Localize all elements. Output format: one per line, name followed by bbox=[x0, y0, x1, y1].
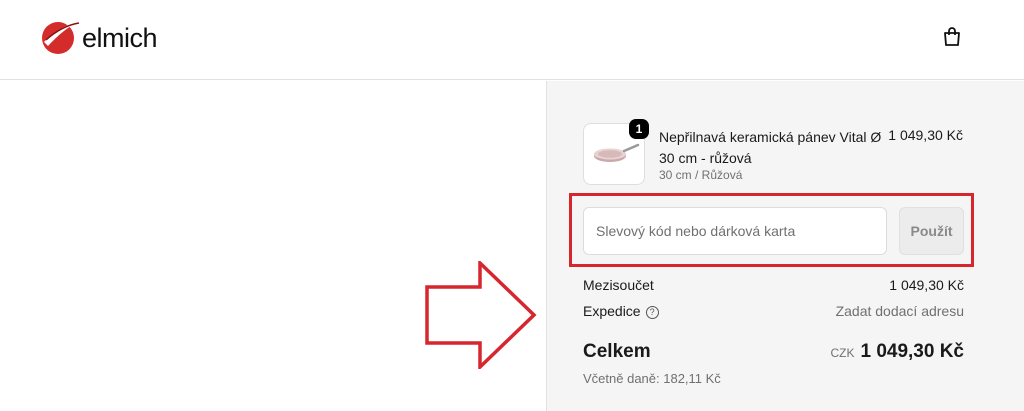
logo-text: elmich bbox=[82, 22, 158, 53]
left-pane bbox=[0, 81, 546, 411]
subtotal-row: Mezisoučet 1 049,30 Kč bbox=[583, 277, 964, 293]
help-icon[interactable]: ? bbox=[645, 305, 659, 319]
shipping-row: Expedice? Zadat dodací adresu bbox=[583, 303, 964, 319]
quantity-badge: 1 bbox=[629, 119, 649, 139]
product-price: 1 049,30 Kč bbox=[888, 127, 963, 143]
tax-note: Včetně daně: 182,11 Kč bbox=[583, 371, 721, 386]
product-variant: 30 cm / Růžová bbox=[659, 168, 743, 182]
elmich-logo-icon bbox=[42, 22, 80, 54]
subtotal-label: Mezisoučet bbox=[583, 277, 654, 293]
shopping-bag-icon[interactable] bbox=[940, 25, 964, 49]
currency-code: CZK bbox=[830, 346, 855, 360]
discount-code-input[interactable] bbox=[583, 207, 887, 255]
cart-line-item: 1 Nepřilnavá keramická pánev Vital Ø 30 … bbox=[583, 119, 963, 185]
total-amount-wrap: CZK 1 049,30 Kč bbox=[830, 341, 964, 363]
total-row: Celkem CZK 1 049,30 Kč bbox=[583, 341, 964, 363]
order-summary: 1 Nepřilnavá keramická pánev Vital Ø 30 … bbox=[546, 81, 1024, 411]
shipping-label: Expedice bbox=[583, 303, 641, 319]
apply-discount-button[interactable]: Použít bbox=[899, 207, 964, 255]
shipping-label-wrap: Expedice? bbox=[583, 303, 659, 319]
shipping-value: Zadat dodací adresu bbox=[835, 303, 964, 319]
header: elmich bbox=[0, 0, 1024, 80]
arrow-annotation-icon bbox=[425, 261, 537, 369]
elmich-logo[interactable]: elmich bbox=[40, 18, 158, 56]
total-value: 1 049,30 Kč bbox=[860, 341, 964, 362]
total-label: Celkem bbox=[583, 341, 651, 362]
product-name: Nepřilnavá keramická pánev Vital Ø 30 cm… bbox=[659, 129, 882, 166]
subtotal-value: 1 049,30 Kč bbox=[889, 277, 964, 293]
